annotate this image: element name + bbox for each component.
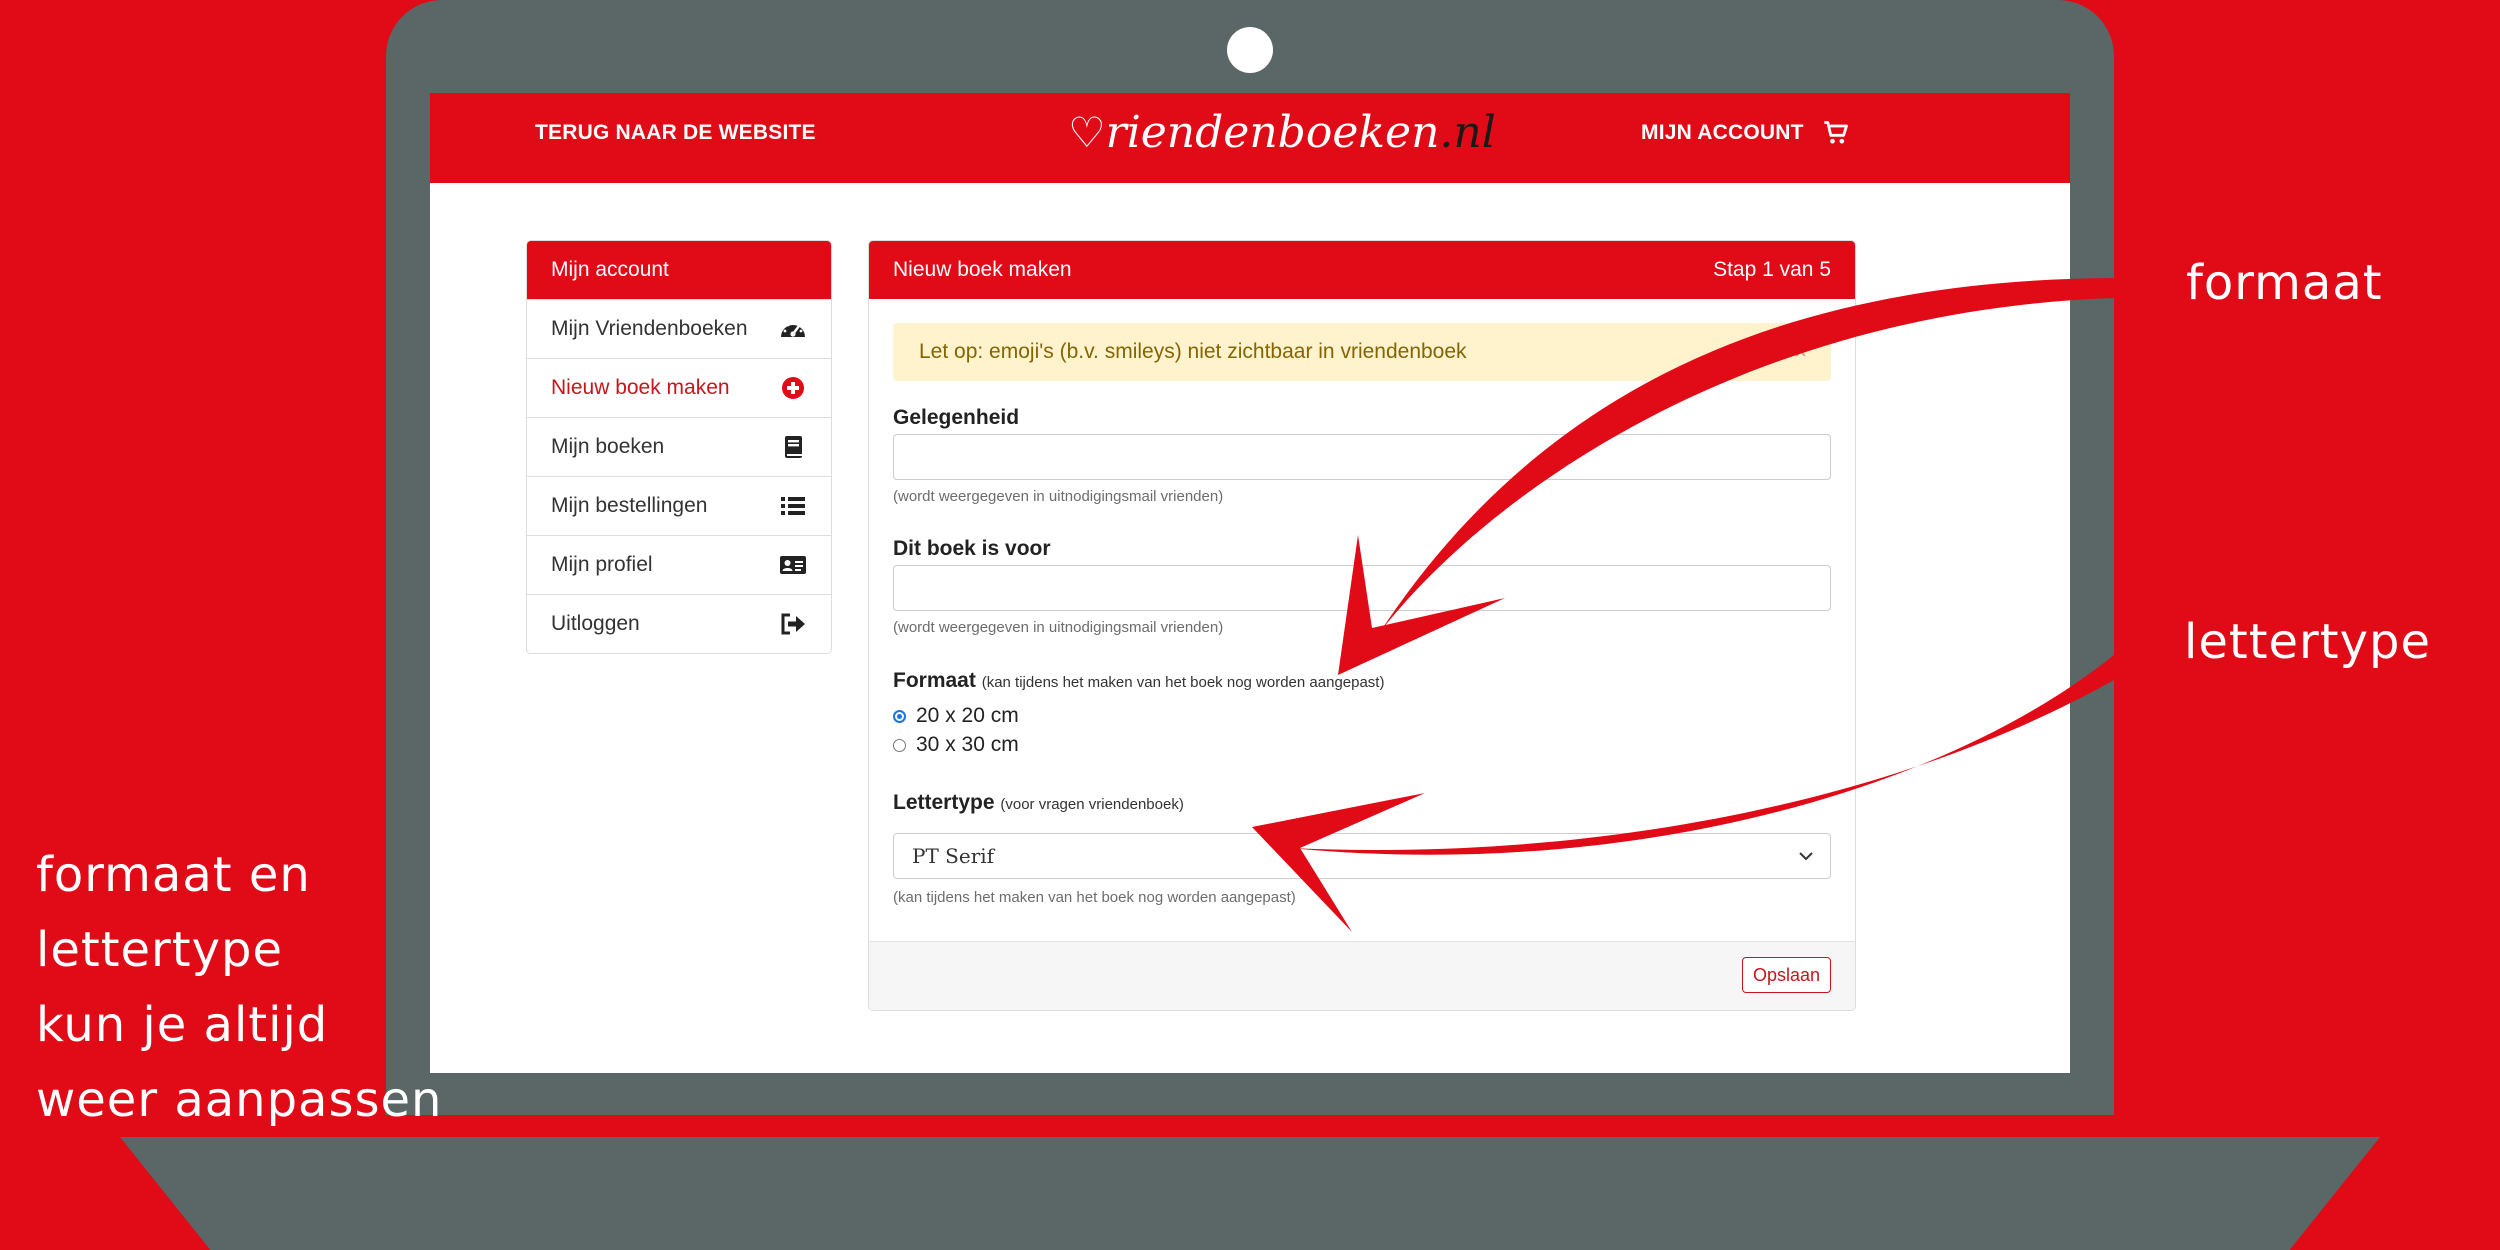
- logo-text: riendenboeken: [1105, 107, 1440, 158]
- book-for-help: (wordt weergegeven in uitnodigingsmail v…: [893, 619, 1224, 636]
- sidebar-title: Mijn account: [527, 241, 831, 299]
- emoji-warning-alert: Let op: emoji's (b.v. smileys) niet zich…: [893, 323, 1831, 381]
- caption-line: kun je altijd: [36, 997, 329, 1053]
- font-label: Lettertype (voor vragen vriendenboek): [893, 791, 1184, 815]
- occasion-help: (wordt weergegeven in uitnodigingsmail v…: [893, 488, 1224, 505]
- laptop-base: [120, 1137, 2380, 1250]
- form-footer: Opslaan: [869, 941, 1855, 1010]
- shopping-cart-icon[interactable]: [1822, 119, 1850, 147]
- format-label-text: Formaat: [893, 669, 976, 692]
- format-option-20[interactable]: 20 x 20 cm: [893, 704, 1019, 728]
- annotation-formaat: formaat: [2186, 255, 2383, 311]
- format-option-label: 30 x 30 cm: [916, 733, 1019, 756]
- save-button[interactable]: Opslaan: [1741, 957, 1831, 993]
- occasion-input[interactable]: [893, 434, 1831, 480]
- id-card-icon: [780, 556, 806, 574]
- form-header: Nieuw boek maken Stap 1 van 5: [869, 241, 1855, 299]
- book-for-input[interactable]: [893, 565, 1831, 611]
- sidebar-item-my-friendbooks[interactable]: Mijn Vriendenboeken: [527, 299, 831, 358]
- back-to-website-link[interactable]: TERUG NAAR DE WEBSITE: [535, 121, 816, 145]
- sidebar-item-label: Uitloggen: [551, 612, 640, 635]
- new-book-form-card: Nieuw boek maken Stap 1 van 5 Let op: em…: [868, 240, 1856, 1011]
- font-select[interactable]: PT Serif: [893, 833, 1831, 879]
- occasion-label: Gelegenheid: [893, 406, 1020, 429]
- webcam: [1227, 27, 1273, 73]
- font-select-value: PT Serif: [912, 844, 995, 868]
- sidebar-item-label: Mijn bestellingen: [551, 494, 708, 517]
- font-label-text: Lettertype: [893, 791, 995, 814]
- chevron-down-icon: [1799, 852, 1813, 861]
- sidebar-item-label: Mijn profiel: [551, 553, 653, 576]
- format-option-30[interactable]: 30 x 30 cm: [893, 733, 1019, 757]
- site-logo[interactable]: ♡riendenboeken.nl: [1068, 107, 1496, 158]
- font-hint: (voor vragen vriendenboek): [1000, 796, 1184, 813]
- sign-out-icon: [781, 613, 805, 635]
- dashboard-icon: [781, 321, 805, 337]
- sidebar-item-my-books[interactable]: Mijn boeken: [527, 417, 831, 476]
- caption-line: formaat en: [36, 847, 311, 903]
- book-icon: [785, 436, 802, 458]
- sidebar-item-label: Mijn boeken: [551, 435, 665, 458]
- site-header: TERUG NAAR DE WEBSITE ♡riendenboeken.nl …: [430, 93, 2070, 183]
- alert-text: Let op: emoji's (b.v. smileys) niet zich…: [919, 340, 1467, 363]
- sidebar-item-label: Nieuw boek maken: [551, 376, 730, 399]
- step-indicator: Stap 1 van 5: [1713, 258, 1831, 281]
- form-title: Nieuw boek maken: [893, 258, 1072, 281]
- radio-button-checked[interactable]: [893, 709, 906, 723]
- laptop-hinge: [386, 1115, 2114, 1137]
- my-account-link[interactable]: MIJN ACCOUNT: [1641, 121, 1804, 145]
- font-help: (kan tijdens het maken van het boek nog …: [893, 889, 1296, 906]
- book-for-label: Dit boek is voor: [893, 537, 1051, 560]
- sidebar-item-my-profile[interactable]: Mijn profiel: [527, 535, 831, 594]
- sidebar-item-my-orders[interactable]: Mijn bestellingen: [527, 476, 831, 535]
- logo-tld: .nl: [1439, 107, 1496, 158]
- sidebar-item-label: Mijn Vriendenboeken: [551, 317, 748, 340]
- format-option-label: 20 x 20 cm: [916, 704, 1019, 727]
- laptop-screen: TERUG NAAR DE WEBSITE ♡riendenboeken.nl …: [430, 93, 2070, 1073]
- caption-line: weer aanpassen: [36, 1072, 443, 1128]
- heart-icon: ♡: [1068, 108, 1106, 157]
- annotation-lettertype: lettertype: [2184, 614, 2431, 670]
- caption-line: lettertype: [36, 922, 283, 978]
- format-hint: (kan tijdens het maken van het boek nog …: [981, 674, 1385, 691]
- sidebar-item-logout[interactable]: Uitloggen: [527, 594, 831, 653]
- format-label: Formaat (kan tijdens het maken van het b…: [893, 669, 1384, 693]
- list-icon: [781, 497, 805, 515]
- plus-circle-icon: [782, 377, 804, 399]
- account-sidebar: Mijn account Mijn Vriendenboeken Nieuw b…: [526, 240, 832, 654]
- sidebar-item-new-book[interactable]: Nieuw boek maken: [527, 358, 831, 417]
- close-icon[interactable]: ×: [1794, 323, 1807, 381]
- annotation-bottom-caption: formaat en lettertype kun je altijd weer…: [36, 838, 442, 1138]
- radio-button[interactable]: [893, 738, 906, 752]
